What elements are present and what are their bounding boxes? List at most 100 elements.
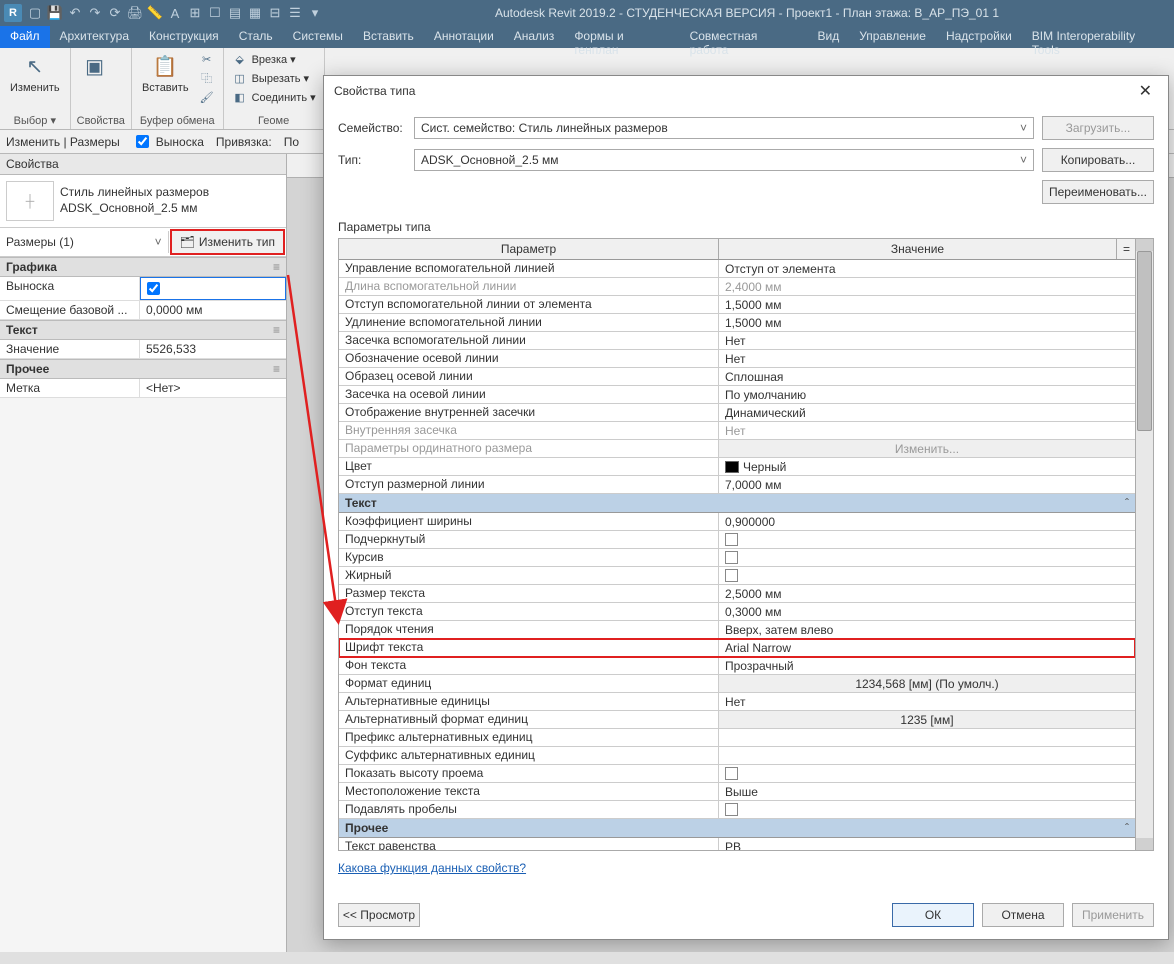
qat-measure-icon[interactable]: 📏 (146, 4, 164, 22)
tab-structure[interactable]: Конструкция (139, 26, 229, 48)
paste-button[interactable]: 📋 Вставить (138, 50, 193, 96)
cancel-button[interactable]: Отмена (982, 903, 1064, 927)
prop-value-value[interactable]: 5526,533 (140, 340, 286, 358)
pv-12[interactable]: Черный (719, 458, 1135, 475)
cutgeo-button[interactable]: ◫Вырезать ▾ (230, 69, 312, 87)
join-button[interactable]: ◧Соединить ▾ (230, 88, 318, 106)
prop-baseoffset-value[interactable]: 0,0000 мм (140, 301, 286, 319)
pv-7[interactable]: Сплошная (719, 368, 1135, 385)
tab-steel[interactable]: Сталь (229, 26, 283, 48)
cut-small[interactable]: ✂ (197, 50, 217, 68)
type-selector[interactable]: ┼ Стиль линейных размеров ADSK_Основной_… (0, 175, 286, 228)
scrollbar[interactable] (1135, 239, 1153, 850)
tab-annotate[interactable]: Аннотации (424, 26, 504, 48)
qat-switch-icon[interactable]: ☰ (286, 4, 304, 22)
pv-5[interactable]: Нет (719, 332, 1135, 349)
ok-button[interactable]: ОК (892, 903, 974, 927)
scrollbar-thumb[interactable] (1137, 251, 1152, 431)
qat-dim-icon[interactable]: ⊞ (186, 4, 204, 22)
edit-type-button[interactable]: 🗂 Изменить тип (170, 229, 285, 255)
pv-29[interactable]: Выше (719, 783, 1135, 800)
tab-bim[interactable]: BIM Interoperability Tools (1022, 26, 1174, 48)
prop-mark-value[interactable]: <Нет> (140, 379, 286, 397)
checkbox-icon[interactable] (725, 551, 738, 564)
group-text[interactable]: Текст (0, 320, 286, 340)
pv-17[interactable] (719, 567, 1135, 584)
prop-leader-value[interactable] (140, 277, 286, 300)
pv-13[interactable]: 7,0000 мм (719, 476, 1135, 493)
cope-button[interactable]: ⬙Врезка ▾ (230, 50, 298, 68)
col-value[interactable]: Значение (719, 239, 1117, 259)
qat-redo-icon[interactable]: ↷ (86, 4, 104, 22)
tab-architecture[interactable]: Архитектура (50, 26, 140, 48)
preview-button[interactable]: << Просмотр (338, 903, 420, 927)
group-text-hdr[interactable]: Текстˆ (339, 494, 1135, 513)
filter-dropdown[interactable]: Размеры (1) ˅ (0, 231, 169, 253)
checkbox-icon[interactable] (725, 767, 738, 780)
pv-9[interactable]: Динамический (719, 404, 1135, 421)
pv-11[interactable]: Изменить... (719, 440, 1135, 457)
qat-print-icon[interactable]: 🖨 (126, 4, 144, 22)
rename-button[interactable]: Переименовать... (1042, 180, 1154, 204)
pv-4[interactable]: 1,5000 мм (719, 314, 1135, 331)
type-select[interactable]: ADSK_Основной_2.5 мм˅ (414, 149, 1034, 171)
pv-3[interactable]: 1,5000 мм (719, 296, 1135, 313)
pv-1[interactable]: Отступ от элемента (719, 260, 1135, 277)
copy-small[interactable]: ⿻ (197, 69, 217, 87)
bottom-scrollbar[interactable] (0, 952, 1174, 964)
tab-insert[interactable]: Вставить (353, 26, 424, 48)
group-other-hdr[interactable]: Прочееˆ (339, 819, 1135, 838)
qat-thin-icon[interactable]: ▦ (246, 4, 264, 22)
pv-24[interactable]: Нет (719, 693, 1135, 710)
checkbox-icon[interactable] (725, 569, 738, 582)
qat-sync-icon[interactable]: ⟳ (106, 4, 124, 22)
pv-6[interactable]: Нет (719, 350, 1135, 367)
qat-close-icon[interactable]: ⊟ (266, 4, 284, 22)
copy-button[interactable]: Копировать... (1042, 148, 1154, 172)
pv-15[interactable] (719, 531, 1135, 548)
checkbox-icon[interactable] (725, 533, 738, 546)
leader-check[interactable]: Выноска (132, 132, 204, 151)
tab-massing[interactable]: Формы и генплан (564, 26, 679, 48)
close-icon[interactable]: ✕ (1133, 81, 1158, 101)
pv-27[interactable] (719, 747, 1135, 764)
select-panel-label[interactable]: Выбор ▾ (6, 112, 64, 127)
pv-16[interactable] (719, 549, 1135, 566)
dialog-titlebar[interactable]: Свойства типа ✕ (324, 76, 1168, 106)
qat-dropdown-icon[interactable]: ▾ (306, 4, 324, 22)
qat-undo-icon[interactable]: ↶ (66, 4, 84, 22)
tab-systems[interactable]: Системы (283, 26, 353, 48)
pv-23[interactable]: 1234,568 [мм] (По умолч.) (719, 675, 1135, 692)
pv-14[interactable]: 0,900000 (719, 513, 1135, 530)
qat-save-icon[interactable]: 💾 (46, 4, 64, 22)
pv-30[interactable] (719, 801, 1135, 818)
pv-19[interactable]: 0,3000 мм (719, 603, 1135, 620)
pv-31[interactable]: РВ (719, 838, 1135, 850)
properties-button[interactable]: ▣ (77, 50, 113, 82)
pv-22[interactable]: Прозрачный (719, 657, 1135, 674)
pv-8[interactable]: По умолчанию (719, 386, 1135, 403)
tab-addins[interactable]: Надстройки (936, 26, 1022, 48)
pv-20[interactable]: Вверх, затем влево (719, 621, 1135, 638)
family-select[interactable]: Сист. семейство: Стиль линейных размеров… (414, 117, 1034, 139)
group-other[interactable]: Прочее (0, 359, 286, 379)
leader-checkbox[interactable] (136, 135, 149, 148)
tab-collab[interactable]: Совместная работа (680, 26, 808, 48)
qat-section-icon[interactable]: ▤ (226, 4, 244, 22)
group-graphics[interactable]: Графика (0, 257, 286, 277)
col-param[interactable]: Параметр (339, 239, 719, 259)
help-link[interactable]: Какова функция данных свойств? (338, 851, 1154, 885)
tab-file[interactable]: Файл (0, 26, 50, 48)
pv-25[interactable]: 1235 [мм] (719, 711, 1135, 728)
tab-analyze[interactable]: Анализ (504, 26, 565, 48)
tab-view[interactable]: Вид (808, 26, 850, 48)
qat-3d-icon[interactable]: ☐ (206, 4, 224, 22)
pv-18[interactable]: 2,5000 мм (719, 585, 1135, 602)
modify-button[interactable]: ↖ Изменить (6, 50, 64, 96)
pv-26[interactable] (719, 729, 1135, 746)
qat-open-icon[interactable]: ▢ (26, 4, 44, 22)
pv-21[interactable]: Arial Narrow (719, 639, 1135, 656)
qat-text-icon[interactable]: A (166, 4, 184, 22)
tab-manage[interactable]: Управление (849, 26, 936, 48)
col-eq[interactable]: = (1117, 239, 1135, 259)
